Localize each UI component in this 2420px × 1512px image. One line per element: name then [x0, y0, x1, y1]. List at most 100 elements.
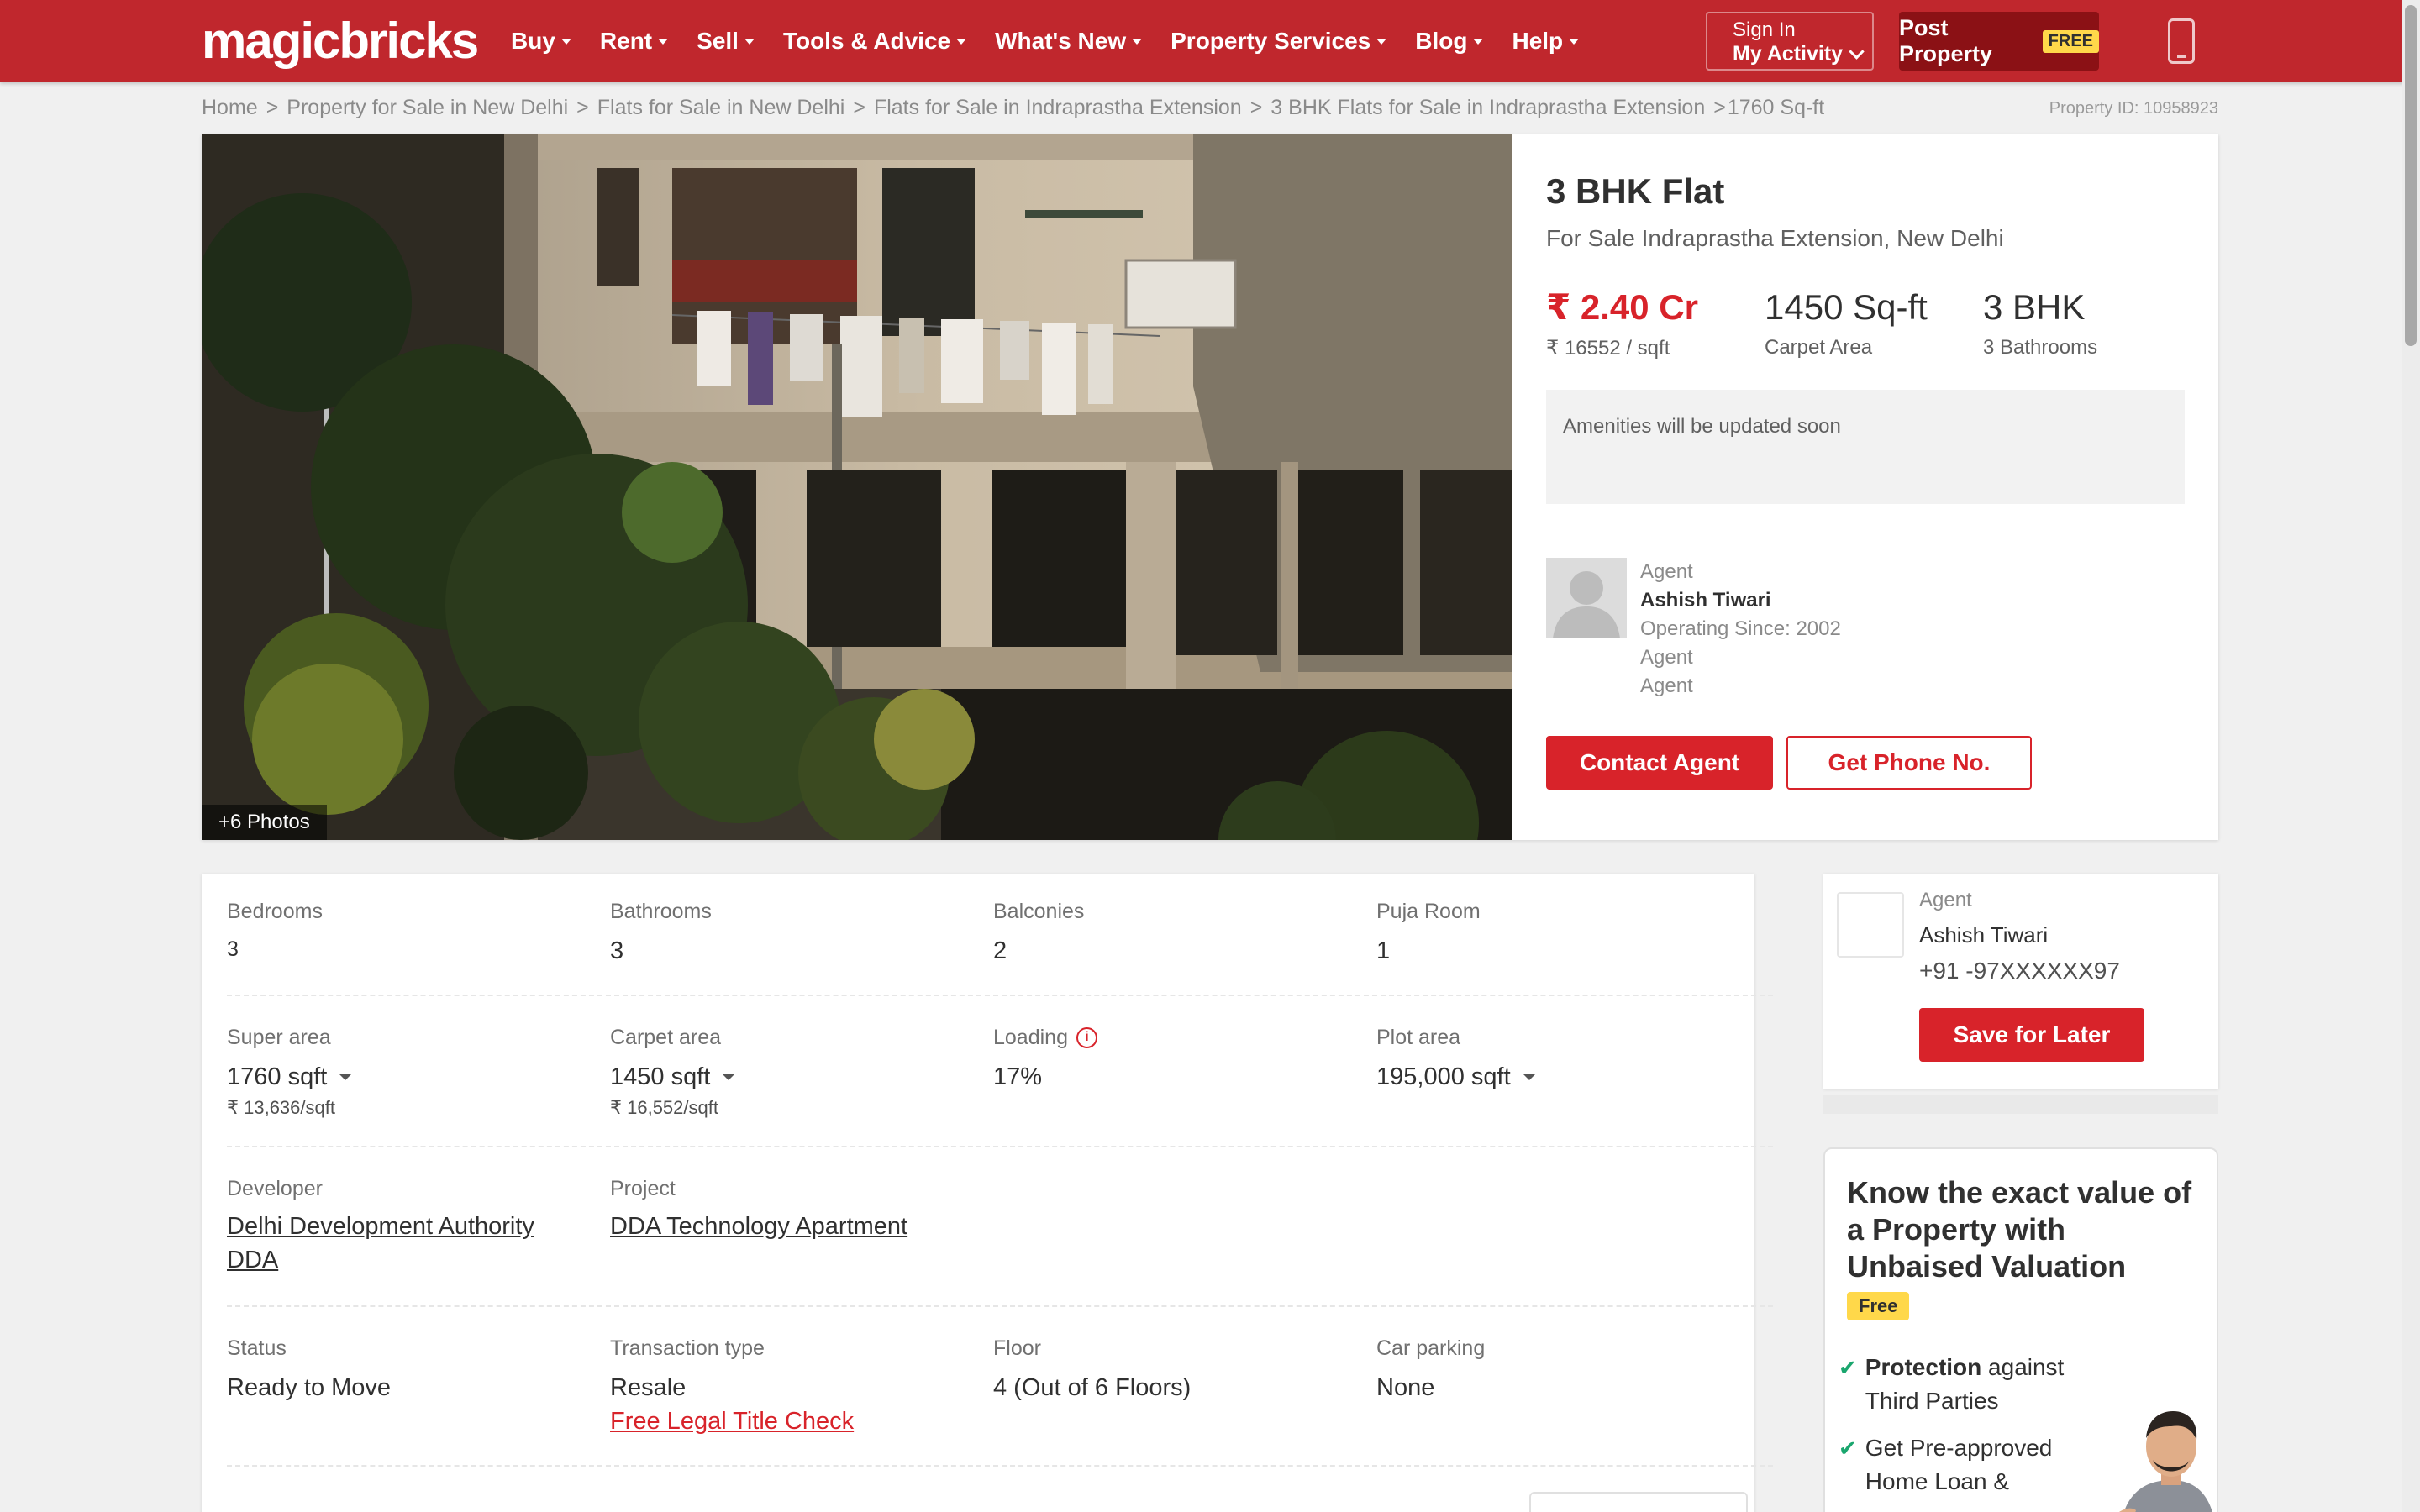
carpet-area-dropdown[interactable]: 1450 sqft	[610, 1060, 980, 1094]
detail-value: 1450 sqft	[610, 1063, 711, 1090]
property-photo[interactable]: +6 Photos	[202, 134, 1512, 840]
valuation-point-text: Get Pre-approved Home Loan &	[1865, 1435, 2053, 1494]
caret-down-icon	[744, 38, 755, 45]
caret-down-icon	[1522, 1074, 1536, 1080]
agent-name: Ashish Tiwari	[1640, 589, 1771, 612]
property-id: Property ID: 10958923	[2049, 99, 2218, 118]
detail-super-area: Super area 1760 sqft ₹ 13,636/sqft	[227, 1025, 597, 1119]
valuation-point-loan: ✔ Get Pre-approved Home Loan &	[1839, 1431, 2116, 1499]
caret-down-icon	[956, 38, 967, 45]
nav-label: Rent	[599, 28, 653, 54]
my-activity-row: My Activity	[1733, 42, 1872, 66]
detail-label: Project	[610, 1177, 676, 1200]
nav-blog[interactable]: Blog	[1415, 28, 1484, 55]
plot-area-dropdown[interactable]: 195,000 sqft	[1376, 1060, 1746, 1094]
nav-whats-new[interactable]: What's New	[995, 28, 1143, 55]
nav-label: Help	[1512, 28, 1564, 54]
carpet-area-stat: 1450 Sq-ft Carpet Area	[1765, 286, 1928, 360]
caret-down-icon	[339, 1074, 353, 1080]
detail-label: Carpet area	[610, 1026, 722, 1049]
detail-puja-room: Puja Room 1	[1376, 899, 1746, 968]
breadcrumb-home[interactable]: Home	[202, 96, 258, 120]
caret-down-icon	[1473, 38, 1484, 45]
valuation-point-bold: Protection	[1865, 1354, 1982, 1380]
detail-label: Floor	[993, 1336, 1041, 1360]
get-phone-button[interactable]: Get Phone No.	[1786, 736, 2032, 790]
agent-operating-since: Operating Since: 2002	[1640, 617, 1841, 640]
detail-value: 17%	[993, 1063, 1043, 1090]
detail-developer: Developer Delhi Development Authority DD…	[227, 1176, 580, 1277]
detail-label: Developer	[227, 1177, 323, 1200]
breadcrumb-flats-indraprastha[interactable]: Flats for Sale in Indraprastha Extension	[874, 96, 1242, 120]
sidebar-divider	[1823, 1095, 2218, 1114]
super-area-dropdown[interactable]: 1760 sqft	[227, 1060, 597, 1094]
nav-label: Tools & Advice	[782, 28, 951, 54]
detail-value: Ready to Move	[227, 1374, 392, 1401]
nav-tools-advice[interactable]: Tools & Advice	[782, 28, 967, 55]
detail-label: Transaction type	[610, 1336, 765, 1360]
photo-count-badge[interactable]: +6 Photos	[202, 805, 327, 840]
free-legal-title-check-link[interactable]: Free Legal Title Check	[610, 1404, 980, 1438]
nav-label: Blog	[1415, 28, 1468, 54]
detail-label: Status	[227, 1336, 287, 1360]
contact-agent-button[interactable]: Contact Agent	[1546, 736, 1773, 790]
detail-car-parking: Car parking None	[1376, 1336, 1746, 1404]
caret-down-icon	[1376, 38, 1387, 45]
detail-label: Bedrooms	[227, 900, 323, 923]
detail-label: Puja Room	[1376, 900, 1481, 923]
mobile-phone-icon[interactable]	[2168, 18, 2195, 64]
detail-bedrooms: Bedrooms 3	[227, 899, 597, 966]
detail-label: Car parking	[1376, 1336, 1486, 1360]
detail-value: 1	[1376, 937, 1391, 964]
post-property-button[interactable]: Post Property FREE	[1899, 12, 2099, 71]
detail-label: Balconies	[993, 900, 1085, 923]
caret-down-icon	[722, 1074, 736, 1080]
nav-property-services[interactable]: Property Services	[1171, 28, 1387, 55]
detail-bathrooms: Bathrooms 3	[610, 899, 980, 968]
detail-transaction-type: Transaction type Resale Free Legal Title…	[610, 1336, 980, 1438]
detail-label: Plot area	[1376, 1026, 1461, 1049]
developer-link[interactable]: Delhi Development Authority DDA	[227, 1210, 580, 1277]
property-details-card: Bedrooms 3 Bathrooms 3 Balconies 2 Puja …	[202, 874, 1773, 1512]
detail-plot-area: Plot area 195,000 sqft	[1376, 1025, 1746, 1094]
breadcrumb: Home > Property for Sale in New Delhi > …	[202, 96, 1824, 120]
nav-buy[interactable]: Buy	[511, 28, 571, 55]
nav-rent[interactable]: Rent	[599, 28, 669, 55]
chevron-down-icon	[1849, 43, 1865, 60]
save-for-later-button[interactable]: Save for Later	[1919, 1008, 2144, 1062]
magicbricks-logo[interactable]: magicbricks	[202, 10, 479, 72]
caret-down-icon	[658, 38, 669, 45]
valuation-title: Know the exact value of a Property with …	[1847, 1175, 2192, 1284]
nav-label: Sell	[697, 28, 739, 54]
scrollbar-thumb[interactable]	[2405, 5, 2417, 346]
page-scrollbar[interactable]	[2402, 0, 2420, 1512]
top-navigation-bar: magicbricks Buy Rent Sell Tools & Advice…	[0, 0, 2420, 82]
nav-sell[interactable]: Sell	[697, 28, 755, 55]
check-icon: ✔	[1839, 1436, 1857, 1461]
nav-help[interactable]: Help	[1512, 28, 1580, 55]
breadcrumb-separator: >	[266, 96, 279, 119]
detail-label: Bathrooms	[610, 900, 712, 923]
details-row-rooms: Bedrooms 3 Bathrooms 3 Balconies 2 Puja …	[227, 899, 1773, 996]
valuation-free-badge: Free	[1847, 1292, 1910, 1320]
building-photo-illustration	[202, 134, 1512, 840]
breadcrumb-3bhk-indraprastha[interactable]: 3 BHK Flats for Sale in Indraprastha Ext…	[1270, 96, 1705, 120]
breadcrumb-separator: >	[853, 96, 865, 119]
detail-label: Super area	[227, 1026, 331, 1049]
sidebar-agent-name: Ashish Tiwari	[1919, 922, 2049, 948]
valuation-point-text: Protection against Third Parties	[1865, 1351, 2116, 1418]
info-icon[interactable]: i	[1076, 1026, 1097, 1048]
breadcrumb-property-sale-delhi[interactable]: Property for Sale in New Delhi	[287, 96, 568, 120]
check-icon: ✔	[1839, 1355, 1857, 1380]
project-link[interactable]: DDA Technology Apartment	[610, 1210, 1030, 1243]
carpet-area-value: 1450 Sq-ft	[1765, 287, 1928, 327]
detail-value: Resale	[610, 1374, 687, 1401]
signin-my-activity-button[interactable]: Sign In My Activity	[1706, 12, 1874, 71]
valuation-promo-card[interactable]: Know the exact value of a Property with …	[1823, 1147, 2218, 1512]
nav-label: Buy	[511, 28, 555, 54]
more-details-button[interactable]	[1529, 1492, 1748, 1512]
breadcrumb-flats-sale-delhi[interactable]: Flats for Sale in New Delhi	[597, 96, 845, 120]
agent-avatar-icon	[1546, 558, 1627, 638]
caret-down-icon	[560, 38, 571, 45]
sidebar-agent-card: Agent Ashish Tiwari +91 -97XXXXXX97 Save…	[1823, 874, 2218, 1089]
